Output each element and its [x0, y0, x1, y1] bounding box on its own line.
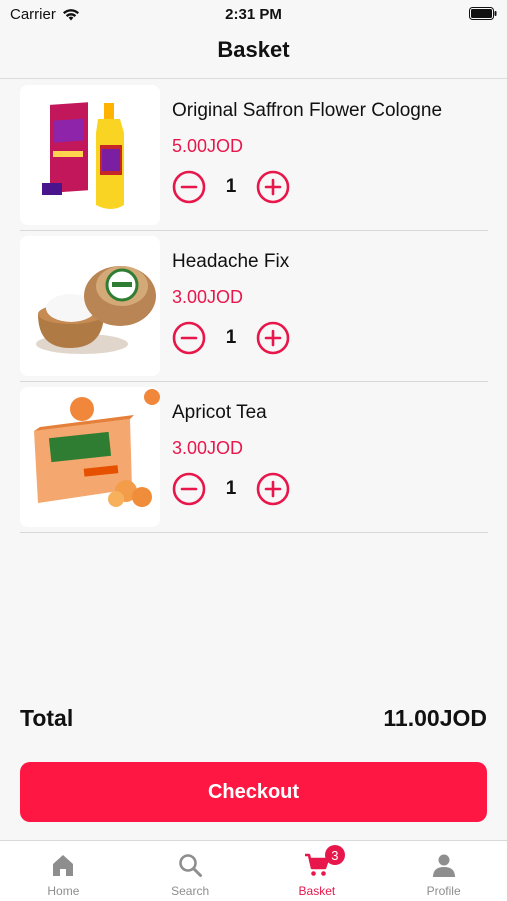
cart-badge: 3 — [324, 845, 345, 865]
total-label: Total — [20, 705, 74, 731]
basket-list: Original Saffron Flower Cologne 5.00JOD … — [20, 80, 488, 533]
tab-label: Home — [47, 884, 80, 898]
tab-profile[interactable]: Profile — [380, 841, 507, 901]
plus-circle-icon[interactable] — [256, 321, 290, 355]
tab-basket[interactable]: 3 Basket — [254, 841, 381, 901]
basket-item: Original Saffron Flower Cologne 5.00JOD … — [20, 80, 488, 231]
product-image — [20, 387, 160, 527]
tab-label: Search — [171, 884, 210, 898]
tab-bar: Home Search 3 Basket Profile — [0, 840, 507, 901]
home-icon — [53, 855, 74, 876]
quantity-value: 1 — [225, 176, 237, 197]
quantity-value: 1 — [225, 327, 237, 348]
battery-icon — [469, 7, 497, 20]
product-image — [20, 236, 160, 376]
quantity-value: 1 — [225, 478, 237, 499]
search-icon — [179, 854, 203, 877]
quantity-stepper: 1 — [172, 170, 290, 204]
tab-label: Basket — [298, 884, 336, 898]
page-title: Basket — [217, 37, 290, 62]
product-price: 3.00JOD — [172, 438, 244, 458]
total-value: 11.00JOD — [383, 705, 487, 731]
tab-label: Profile — [426, 884, 461, 898]
status-bar: Carrier 2:31 PM — [0, 0, 507, 28]
checkout-button[interactable]: Checkout — [20, 762, 487, 822]
product-name: Original Saffron Flower Cologne — [172, 100, 443, 121]
quantity-stepper: 1 — [172, 321, 290, 355]
total-row: Total 11.00JOD — [20, 705, 487, 735]
product-image — [20, 85, 160, 225]
product-price: 5.00JOD — [172, 136, 244, 156]
tab-home[interactable]: Home — [0, 841, 127, 901]
minus-circle-icon[interactable] — [172, 321, 206, 355]
quantity-stepper: 1 — [172, 472, 290, 506]
product-name: Headache Fix — [172, 251, 290, 272]
plus-circle-icon[interactable] — [256, 472, 290, 506]
status-time: 2:31 PM — [225, 6, 282, 23]
person-icon — [432, 854, 455, 877]
basket-item: Headache Fix 3.00JOD 1 — [20, 231, 488, 382]
minus-circle-icon[interactable] — [172, 472, 206, 506]
product-price: 3.00JOD — [172, 287, 244, 307]
tab-search[interactable]: Search — [127, 841, 254, 901]
basket-item: Apricot Tea 3.00JOD 1 — [20, 382, 488, 533]
product-name: Apricot Tea — [172, 402, 267, 423]
plus-circle-icon[interactable] — [256, 170, 290, 204]
minus-circle-icon[interactable] — [172, 170, 206, 204]
nav-bar: Basket — [0, 28, 507, 79]
